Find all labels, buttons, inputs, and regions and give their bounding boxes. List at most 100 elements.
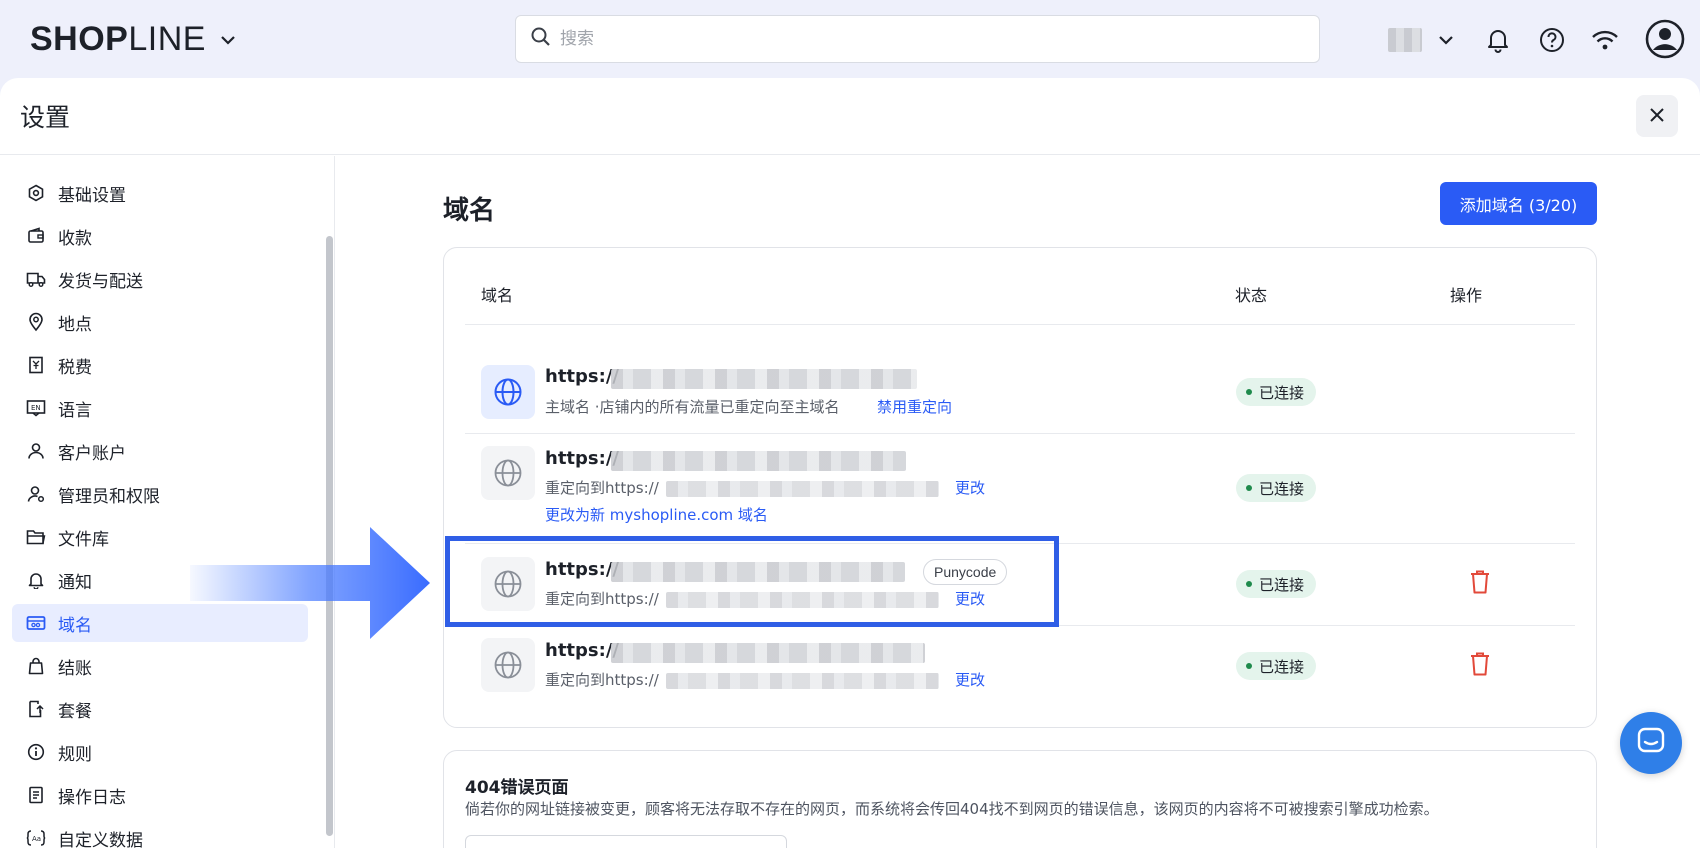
store-avatar[interactable] bbox=[1388, 28, 1422, 52]
receipt-icon bbox=[26, 355, 46, 375]
sidebar-item-label: 通知 bbox=[58, 572, 92, 593]
sidebar-item-label: 管理员和权限 bbox=[58, 486, 160, 507]
panel-header: 设置 bbox=[0, 78, 1700, 155]
add-domain-button[interactable]: 添加域名 (3/20) bbox=[1440, 182, 1597, 225]
sidebar-item-activity-log[interactable]: 操作日志 bbox=[12, 776, 308, 814]
change-link[interactable]: 更改 bbox=[955, 477, 985, 498]
truck-icon bbox=[26, 269, 46, 289]
status-badge: 已连接 bbox=[1236, 570, 1317, 598]
status-badge: 已连接 bbox=[1236, 474, 1317, 502]
sidebar-item-locations[interactable]: 地点 bbox=[12, 303, 308, 341]
redirect-note: 重定向到https:// bbox=[545, 479, 659, 497]
sidebar-item-payments[interactable]: 收款 bbox=[12, 217, 308, 255]
chat-icon bbox=[1636, 726, 1666, 760]
status-dot bbox=[1246, 389, 1252, 395]
language-icon: EN bbox=[26, 398, 46, 418]
search-input[interactable] bbox=[560, 29, 1260, 49]
globe-icon bbox=[481, 365, 535, 419]
chevron-down-icon[interactable] bbox=[1426, 20, 1466, 60]
sidebar-item-custom-data[interactable]: Aa 自定义数据 bbox=[12, 819, 308, 848]
domain-url: https:// bbox=[545, 640, 619, 661]
sidebar-item-label: 地点 bbox=[58, 314, 92, 335]
status-label: 已连接 bbox=[1259, 479, 1305, 498]
status-label: 已连接 bbox=[1259, 657, 1305, 676]
highlight-box bbox=[445, 536, 1059, 627]
status-badge: 已连接 bbox=[1236, 378, 1317, 406]
sidebar-item-label: 税费 bbox=[58, 357, 92, 378]
bell-icon bbox=[26, 570, 46, 590]
status-dot bbox=[1246, 581, 1252, 587]
user-gear-icon bbox=[26, 484, 46, 504]
shopline-logo[interactable]: SHOP LINE bbox=[30, 20, 236, 59]
sidebar-item-label: 文件库 bbox=[58, 529, 109, 550]
chat-support-button[interactable] bbox=[1620, 712, 1682, 774]
log-icon bbox=[26, 785, 46, 805]
folder-icon bbox=[26, 527, 46, 547]
chevron-down-icon[interactable] bbox=[220, 29, 236, 50]
page-title: 设置 bbox=[20, 103, 71, 132]
sidebar-item-basic-settings[interactable]: 基础设置 bbox=[12, 174, 308, 212]
sidebar-item-label: 套餐 bbox=[58, 701, 92, 722]
column-header-status: 状态 bbox=[1235, 286, 1268, 305]
sidebar-item-label: 自定义数据 bbox=[58, 830, 143, 848]
sidebar-scrollbar[interactable] bbox=[322, 156, 334, 848]
globe-icon bbox=[481, 446, 535, 500]
error-page-select[interactable] bbox=[465, 835, 787, 848]
shopping-bag-icon bbox=[26, 656, 46, 676]
error-page-title: 404错误页面 bbox=[465, 778, 569, 798]
wallet-icon bbox=[26, 226, 46, 246]
info-circle-icon bbox=[26, 742, 46, 762]
search-icon bbox=[530, 26, 552, 52]
disable-redirect-link[interactable]: 禁用重定向 bbox=[877, 396, 952, 417]
sidebar-item-label: 规则 bbox=[58, 744, 92, 765]
change-to-myshopline-link[interactable]: 更改为新 myshopline.com 域名 bbox=[545, 504, 768, 525]
column-header-actions: 操作 bbox=[1450, 286, 1483, 305]
sidebar-item-checkout[interactable]: 结账 bbox=[12, 647, 308, 685]
sidebar-item-languages[interactable]: EN 语言 bbox=[12, 389, 308, 427]
change-link[interactable]: 更改 bbox=[955, 669, 985, 690]
status-label: 已连接 bbox=[1259, 383, 1305, 402]
close-button[interactable] bbox=[1636, 95, 1678, 137]
sidebar-item-label: 收款 bbox=[58, 228, 92, 249]
top-bar: SHOP LINE bbox=[0, 0, 1700, 80]
bell-icon[interactable] bbox=[1478, 20, 1518, 60]
delete-trash-icon[interactable] bbox=[1466, 568, 1494, 596]
redacted-redirect-url bbox=[666, 481, 939, 497]
pointer-arrow-icon bbox=[190, 527, 430, 639]
logo-text-light: LINE bbox=[128, 20, 206, 58]
help-icon[interactable] bbox=[1532, 20, 1572, 60]
settings-hex-icon bbox=[26, 183, 46, 203]
sidebar-item-taxes[interactable]: 税费 bbox=[12, 346, 308, 384]
domain-icon bbox=[26, 613, 46, 633]
sidebar-item-label: 基础设置 bbox=[58, 185, 126, 206]
wifi-icon[interactable] bbox=[1585, 20, 1625, 60]
close-icon bbox=[1650, 107, 1664, 126]
svg-text:EN: EN bbox=[31, 404, 41, 412]
status-dot bbox=[1246, 485, 1252, 491]
search-bar[interactable] bbox=[515, 15, 1320, 63]
divider bbox=[465, 433, 1575, 434]
logo-text-bold: SHOP bbox=[30, 20, 129, 58]
sidebar-item-label: 客户账户 bbox=[58, 443, 126, 464]
sidebar-item-plans[interactable]: 套餐 bbox=[12, 690, 308, 728]
globe-icon bbox=[481, 638, 535, 692]
status-dot bbox=[1246, 663, 1252, 669]
sidebar-item-policies[interactable]: 规则 bbox=[12, 733, 308, 771]
user-avatar-icon[interactable] bbox=[1644, 18, 1686, 60]
sidebar-item-shipping[interactable]: 发货与配送 bbox=[12, 260, 308, 298]
divider bbox=[465, 324, 1575, 325]
domain-url: https:// bbox=[545, 366, 619, 387]
redacted-domain bbox=[611, 643, 925, 663]
redacted-domain bbox=[611, 369, 917, 389]
location-pin-icon bbox=[26, 312, 46, 332]
delete-trash-icon[interactable] bbox=[1466, 650, 1494, 678]
plan-icon bbox=[26, 699, 46, 719]
sidebar-item-staff-permissions[interactable]: 管理员和权限 bbox=[12, 475, 308, 513]
svg-text:Aa: Aa bbox=[32, 835, 41, 843]
custom-data-icon: Aa bbox=[26, 828, 46, 848]
sidebar-item-label: 结账 bbox=[58, 658, 92, 679]
user-icon bbox=[26, 441, 46, 461]
redacted-redirect-url bbox=[666, 673, 939, 689]
sidebar-item-customer-accounts[interactable]: 客户账户 bbox=[12, 432, 308, 470]
sidebar-item-label: 语言 bbox=[58, 400, 92, 421]
